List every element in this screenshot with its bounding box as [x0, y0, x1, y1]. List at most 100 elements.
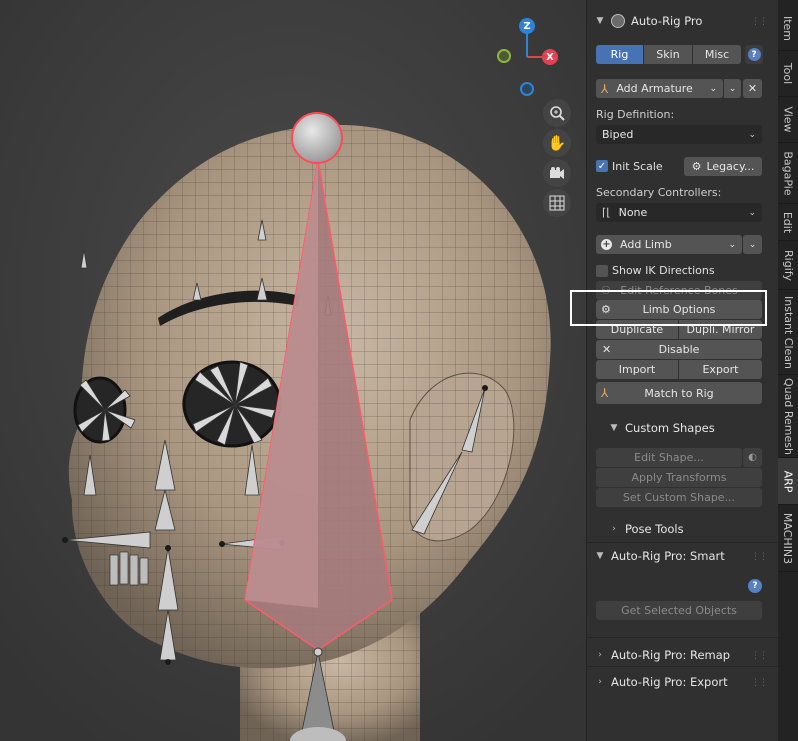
sidebar-tab-machin3[interactable]: MACHIN3 — [778, 505, 798, 572]
rig-definition-select[interactable]: Biped ⌄ — [596, 125, 762, 144]
gear-icon: ⚙ — [601, 303, 611, 316]
sidebar-tab-rigify-label: Rigify — [781, 249, 795, 281]
sidebar-tab-arp[interactable]: ARP — [778, 458, 798, 505]
match-to-rig-button[interactable]: ⅄ Match to Rig — [596, 382, 762, 404]
dupli-mirror-button[interactable]: Dupli. Mirror — [679, 320, 762, 339]
sidebar-tab-instant-clean[interactable]: Instant Clean — [778, 290, 798, 375]
remove-armature-button[interactable]: ✕ — [743, 79, 762, 98]
sidebar-tab-quad-remesh[interactable]: Quad Remesh — [778, 375, 798, 458]
init-scale-label: Init Scale — [612, 160, 663, 173]
camera-view-button[interactable] — [543, 159, 571, 187]
edit-shape-button[interactable]: Edit Shape... — [596, 448, 742, 467]
sidebar-tab-bagapie-label: BagaPie — [781, 150, 795, 196]
drag-grip-icon[interactable]: ⋮⋮ — [751, 17, 768, 27]
add-armature-label: Add Armature — [616, 82, 693, 95]
tab-misc[interactable]: Misc — [693, 45, 741, 64]
head-bone-tail[interactable] — [291, 112, 343, 164]
export-button[interactable]: Export — [679, 360, 762, 379]
tab-rig-label: Rig — [610, 48, 629, 61]
orthographic-toggle-button[interactable] — [543, 189, 571, 217]
add-armature-menu-button[interactable]: ⌄ — [724, 79, 741, 98]
drag-grip-icon[interactable]: ⋮⋮ — [751, 651, 768, 661]
sidebar-tab-view[interactable]: View — [778, 97, 798, 143]
sidebar-tab-quad-remesh-label: Quad Remesh — [781, 377, 795, 455]
viewport-scene[interactable] — [0, 0, 586, 741]
chevron-right-icon: › — [598, 677, 602, 687]
panel-title: Auto-Rig Pro — [631, 14, 703, 28]
legacy-button[interactable]: ⚙ Legacy... — [684, 157, 762, 176]
get-selected-objects-button[interactable]: Get Selected Objects — [596, 601, 762, 620]
plus-circle-icon: + — [601, 239, 612, 250]
export-panel-title: Auto-Rig Pro: Export — [611, 675, 728, 689]
help-icon[interactable]: ? — [748, 579, 762, 593]
secondary-controllers-select[interactable]: ⌈⌊ None ⌄ — [596, 203, 762, 222]
sidebar-tab-rigify[interactable]: Rigify — [778, 241, 798, 290]
import-button[interactable]: Import — [596, 360, 678, 379]
axis-z-negative-handle[interactable] — [520, 82, 534, 96]
show-ik-directions-checkbox[interactable] — [596, 265, 608, 277]
grid-icon — [549, 195, 565, 211]
sidebar-tab-tool[interactable]: Tool — [778, 51, 798, 97]
pose-tools-header[interactable]: › Pose Tools — [609, 522, 683, 536]
remap-title: Auto-Rig Pro: Remap — [611, 648, 731, 662]
chevron-down-icon: ⌄ — [748, 129, 756, 140]
gear-icon: ⚙ — [691, 160, 702, 173]
duplicate-button[interactable]: Duplicate — [596, 320, 678, 339]
armature-icon: ⅄ — [601, 81, 609, 96]
axis-y-negative-handle[interactable] — [497, 49, 511, 63]
disable-button[interactable]: ✕ Disable — [596, 340, 762, 359]
custom-shapes-title: Custom Shapes — [625, 421, 715, 435]
axis-z-label: Z — [523, 20, 531, 32]
smart-header[interactable]: ▼ Auto-Rig Pro: Smart — [595, 549, 725, 563]
custom-shapes-header[interactable]: ▼ Custom Shapes — [609, 421, 715, 435]
edit-reference-bones-button[interactable]: ⚇ Edit Reference Bones — [596, 281, 762, 300]
armature-icon: ⅄ — [601, 386, 609, 400]
bones-icon: ⚇ — [601, 284, 611, 297]
tab-misc-label: Misc — [704, 48, 730, 61]
pan-button[interactable]: ✋ — [543, 129, 571, 157]
chevron-down-icon: ▼ — [610, 423, 618, 433]
chevron-right-icon: › — [598, 650, 602, 660]
3d-viewport[interactable]: Z X ✋ — [0, 0, 586, 741]
apply-transforms-button[interactable]: Apply Transforms — [596, 468, 762, 487]
sidebar-tab-item[interactable]: Item — [778, 6, 798, 51]
add-armature-button[interactable]: ⅄ Add Armature ⌄ — [596, 79, 723, 98]
set-custom-shape-label: Set Custom Shape... — [622, 491, 736, 504]
init-scale-checkbox[interactable]: ✓ — [596, 160, 608, 172]
drag-grip-icon[interactable]: ⋮⋮ — [751, 552, 768, 562]
set-custom-shape-button[interactable]: Set Custom Shape... — [596, 488, 762, 507]
tab-skin-label: Skin — [656, 48, 680, 61]
axis-x-handle[interactable]: X — [542, 49, 558, 65]
chevron-right-icon: › — [612, 524, 616, 534]
help-button[interactable]: ? — [745, 45, 763, 64]
remap-header[interactable]: › Auto-Rig Pro: Remap — [595, 648, 730, 662]
close-icon: ✕ — [747, 82, 758, 95]
sidebar-tab-instant-clean-label: Instant Clean — [781, 295, 795, 369]
tab-rig[interactable]: Rig — [596, 45, 643, 64]
rig-definition-value: Biped — [602, 128, 634, 141]
shape-icon-button[interactable]: ◐ — [743, 448, 762, 467]
show-ik-directions-label: Show IK Directions — [612, 264, 715, 277]
shape-icon: ◐ — [748, 452, 757, 463]
apply-transforms-label: Apply Transforms — [631, 471, 727, 484]
export-panel-header[interactable]: › Auto-Rig Pro: Export — [595, 675, 728, 689]
sidebar-tab-view-label: View — [781, 106, 795, 133]
zoom-button[interactable] — [543, 99, 571, 127]
legacy-label: Legacy... — [706, 160, 755, 173]
limb-options-button[interactable]: ⚙ Limb Options — [596, 300, 762, 319]
smart-title: Auto-Rig Pro: Smart — [611, 549, 725, 563]
add-limb-button[interactable]: + Add Limb ⌄ — [596, 235, 742, 254]
sidebar-tab-edit[interactable]: Edit — [778, 204, 798, 241]
dropdown-arrow-icon: ⌄ — [728, 239, 736, 250]
add-limb-menu-button[interactable]: ⌄ — [743, 235, 762, 254]
axis-z-handle[interactable]: Z — [519, 18, 535, 34]
sidebar-tab-machin3-label: MACHIN3 — [781, 512, 795, 564]
sidebar-tab-edit-label: Edit — [781, 211, 795, 233]
drag-grip-icon[interactable]: ⋮⋮ — [751, 678, 768, 688]
autorig-pro-header[interactable]: ▼ Auto-Rig Pro — [595, 14, 702, 28]
chevron-down-icon: ▼ — [596, 16, 604, 26]
help-icon: ? — [747, 48, 761, 61]
tab-skin[interactable]: Skin — [644, 45, 692, 64]
sidebar-tab-bagapie[interactable]: BagaPie — [778, 143, 798, 204]
rig-definition-label: Rig Definition: — [596, 108, 675, 121]
